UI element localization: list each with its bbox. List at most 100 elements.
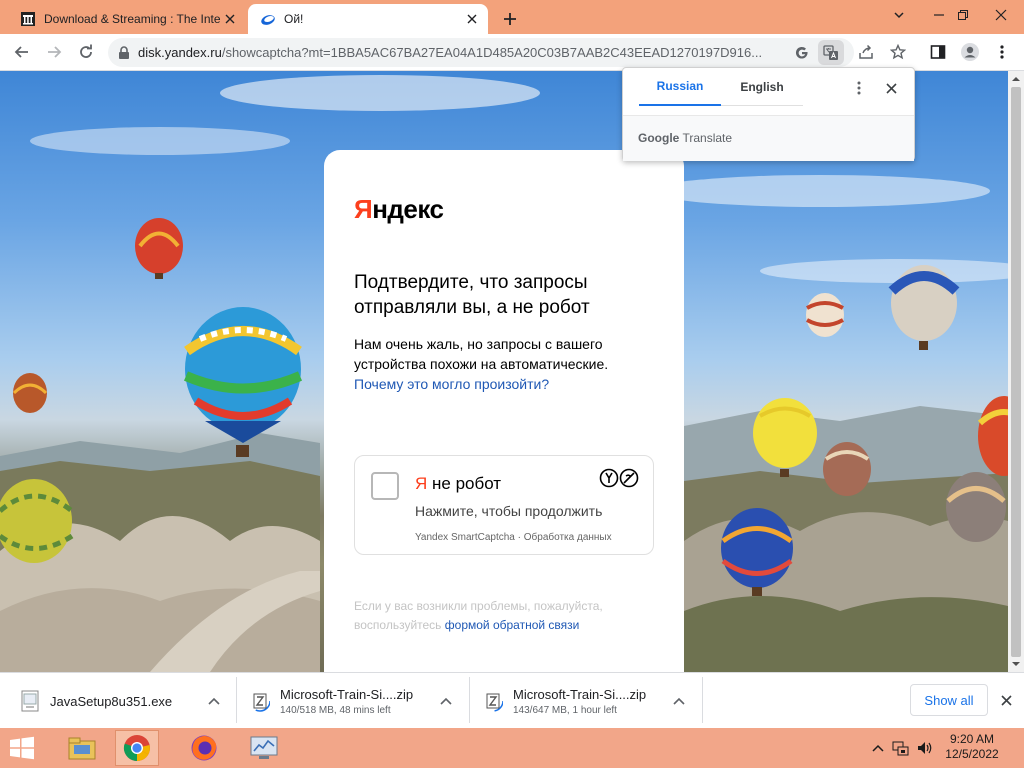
arrow-right-icon [48, 46, 62, 58]
balloon-right-striped [806, 293, 844, 337]
download-item[interactable]: JavaSetup8u351.exe [8, 679, 234, 723]
smartcaptcha-widget: Я не робот Нажмите, чтобы продолжить Yan… [354, 455, 654, 555]
star-icon [890, 44, 906, 60]
download-bar: JavaSetup8u351.exe Microsoft-Train-Si...… [0, 672, 1024, 728]
kebab-menu-icon [857, 81, 861, 95]
window-close-button[interactable] [978, 0, 1024, 30]
download-status: 140/518 MB, 48 mins left [280, 704, 391, 716]
close-tab-icon[interactable] [464, 11, 480, 27]
folder-icon [68, 737, 96, 760]
monitor-chart-icon [250, 736, 278, 759]
why-link[interactable]: Почему это могло произойти? [354, 376, 549, 392]
bookmark-button[interactable] [884, 38, 912, 66]
download-item[interactable]: Microsoft-Train-Si....zip 143/647 MB, 1 … [471, 679, 701, 723]
side-panel-button[interactable] [924, 38, 952, 66]
plus-icon [504, 13, 516, 25]
restore-icon [958, 10, 968, 20]
tab-yandex[interactable]: Ой! [248, 4, 488, 34]
translate-close-button[interactable] [881, 78, 901, 98]
divider [469, 677, 470, 723]
taskbar-chrome[interactable] [115, 730, 159, 766]
translate-options-button[interactable] [849, 78, 869, 98]
captcha-footer-links: Yandex SmartCaptcha · Обработка данных [415, 532, 612, 543]
arrow-left-icon [14, 46, 28, 58]
kebab-menu-icon [1000, 45, 1004, 59]
reload-icon [80, 44, 92, 58]
language-tabs: Russian English [639, 68, 803, 106]
close-icon [885, 82, 897, 94]
chevron-up-icon [440, 697, 452, 705]
tab-strip: Download & Streaming : The Inte Ой! [0, 0, 1024, 34]
divider [236, 677, 237, 723]
download-options-button[interactable] [669, 691, 689, 711]
reload-button[interactable] [72, 38, 100, 66]
download-options-button[interactable] [436, 691, 456, 711]
download-filename: Microsoft-Train-Si....zip [280, 686, 414, 702]
system-tray [872, 738, 934, 758]
address-bar[interactable]: disk.yandex.ru/showcaptcha?mt=1BBA5AC67B… [108, 38, 854, 67]
taskbar-app[interactable] [242, 730, 286, 766]
chevron-up-icon[interactable] [872, 743, 884, 753]
start-button[interactable] [0, 730, 44, 766]
smartcaptcha-logo-icon [599, 468, 639, 488]
scroll-up-icon[interactable] [1008, 72, 1024, 86]
network-icon[interactable] [892, 740, 910, 756]
tab-title: Download & Streaming : The Inte [44, 12, 221, 26]
lock-icon [119, 45, 129, 59]
avatar-icon [961, 43, 979, 61]
download-filename: JavaSetup8u351.exe [50, 693, 173, 709]
captcha-card: Яндекс Подтвердите, что запросы отправля… [324, 150, 684, 672]
taskbar-clock[interactable]: 9:20 AM 12/5/2022 [930, 732, 1014, 762]
share-button[interactable] [852, 38, 880, 66]
scroll-down-icon[interactable] [1008, 657, 1024, 671]
scrollbar-thumb[interactable] [1011, 87, 1021, 657]
windows-taskbar: 9:20 AM 12/5/2022 [0, 728, 1024, 768]
zip-file-icon [483, 690, 503, 712]
zip-file-icon [250, 690, 270, 712]
page-scrollbar[interactable] [1008, 71, 1024, 672]
close-download-bar-button[interactable] [996, 690, 1016, 710]
balloon-left-big [183, 307, 303, 457]
google-lens-button[interactable] [792, 43, 812, 63]
back-button[interactable] [8, 38, 36, 66]
windows-logo-icon [10, 736, 34, 760]
taskbar-file-explorer[interactable] [60, 730, 104, 766]
url-text: disk.yandex.ru/showcaptcha?mt=1BBA5AC67B… [138, 45, 798, 60]
forward-button[interactable] [40, 38, 68, 66]
show-all-downloads-button[interactable]: Show all [910, 684, 988, 716]
captcha-description: Нам очень жаль, но запросы с вашего устр… [354, 336, 609, 392]
language-tab-russian[interactable]: Russian [639, 68, 721, 106]
yandex-logo: Яндекс [354, 194, 444, 224]
balloon-right-edge [946, 472, 1006, 542]
smartcaptcha-link[interactable]: Yandex SmartCaptcha [415, 532, 515, 543]
browser-toolbar: disk.yandex.ru/showcaptcha?mt=1BBA5AC67B… [0, 34, 1024, 71]
balloon-right-top [888, 265, 960, 350]
download-options-button[interactable] [204, 691, 224, 711]
taskbar-firefox[interactable] [182, 730, 226, 766]
chevron-up-icon [208, 697, 220, 705]
google-g-icon [795, 46, 808, 59]
download-item[interactable]: Microsoft-Train-Si....zip 140/518 MB, 48… [238, 679, 468, 723]
archive-org-icon [21, 12, 35, 26]
feedback-link[interactable]: формой обратной связи [445, 618, 580, 632]
tab-title: Ой! [284, 12, 304, 26]
translate-icon [823, 44, 838, 60]
new-tab-button[interactable] [498, 7, 522, 31]
translate-page-button[interactable] [818, 40, 844, 65]
not-robot-label[interactable]: Я не робот [415, 474, 501, 494]
url-host: disk.yandex.ru [138, 45, 222, 60]
close-icon [1000, 694, 1012, 706]
data-processing-link[interactable]: Обработка данных [524, 532, 612, 543]
download-filename: Microsoft-Train-Si....zip [513, 686, 647, 702]
profile-button[interactable] [956, 38, 984, 66]
close-icon [995, 9, 1007, 21]
tab-archive[interactable]: Download & Streaming : The Inte [8, 4, 246, 34]
language-tab-english[interactable]: English [721, 68, 803, 106]
close-tab-icon[interactable] [222, 11, 238, 27]
share-icon [859, 44, 873, 59]
not-robot-checkbox[interactable] [371, 472, 399, 500]
web-page: Яндекс Подтвердите, что запросы отправля… [0, 71, 1008, 672]
menu-button[interactable] [988, 38, 1016, 66]
clock-time: 9:20 AM [949, 732, 995, 746]
page-title: Подтвердите, что запросы отправляли вы, … [354, 272, 590, 318]
